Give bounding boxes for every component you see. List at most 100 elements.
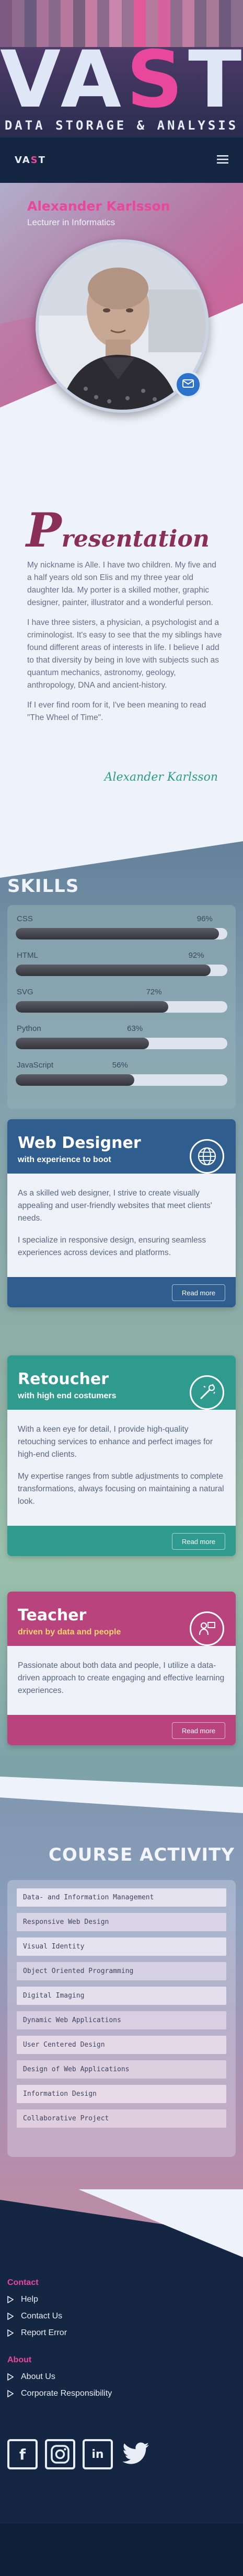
course-item[interactable]: Object Oriented Programming: [17, 1962, 226, 1980]
course-item[interactable]: Design of Web Applications: [17, 2060, 226, 2079]
card-footer: Read more: [7, 1526, 236, 1556]
presentation-section: Presentation My nickname is Alle. I have…: [0, 507, 243, 831]
skill-bar: [16, 1074, 227, 1086]
skills-title: SKILLS: [7, 876, 79, 897]
footer-about-heading: About: [7, 2355, 32, 2364]
nav-logo-suffix: T: [38, 155, 46, 166]
skill-bar-fill: [16, 1001, 168, 1013]
triangle-icon: [7, 2390, 14, 2397]
triangle-icon: [7, 2313, 14, 2320]
top-nav: VAST: [0, 137, 243, 183]
teacher-icon: [190, 1611, 224, 1646]
footer-link-help[interactable]: Help: [7, 2295, 38, 2304]
skill-percent: 96%: [196, 914, 213, 923]
card-body: With a keen eye for detail, I provide hi…: [7, 1410, 236, 1526]
skill-name: SVG: [17, 988, 33, 996]
read-more-button[interactable]: Read more: [172, 1284, 225, 1301]
footer-link-corporate-responsibility[interactable]: Corporate Responsibility: [7, 2389, 112, 2398]
skill-bar: [16, 928, 227, 939]
presentation-paragraph: I have three sisters, a physician, a psy…: [27, 618, 222, 690]
hero-logo-accent: S: [126, 34, 189, 125]
hero-logo-prefix: VA: [0, 34, 126, 125]
skill-bar: [16, 1038, 227, 1049]
course-item[interactable]: Responsive Web Design: [17, 1913, 226, 1931]
footer-link-label: Report Error: [21, 2328, 67, 2337]
skill-bar-fill: [16, 1074, 134, 1086]
hero-banner: VAST DATA STORAGE & ANALYSIS: [0, 0, 243, 137]
card-paragraph: As a skilled web designer, I strive to c…: [18, 1189, 212, 1223]
footer-link-label: About Us: [21, 2372, 55, 2381]
footer-link-label: Contact Us: [21, 2312, 63, 2320]
course-divider: [0, 1766, 243, 1813]
globe-icon: [190, 1139, 224, 1174]
footer-link-report-error[interactable]: Report Error: [7, 2328, 67, 2338]
signature: Alexander Karlsson: [104, 771, 218, 784]
skills-list: CSS 96% HTML 92% SVG 72% Python 63% Java…: [7, 905, 236, 1109]
course-item[interactable]: Collaborative Project: [17, 2109, 226, 2128]
skills-divider: [0, 831, 243, 878]
card-body: Passionate about both data and people, I…: [7, 1646, 236, 1715]
course-activity-title: COURSE ACTIVITY: [48, 1844, 235, 1865]
course-list: Data- and Information Management Respons…: [7, 1880, 236, 2157]
facebook-glyph: f: [19, 2445, 26, 2463]
course-item[interactable]: User Centered Design: [17, 2036, 226, 2054]
card-paragraph: With a keen eye for detail, I provide hi…: [18, 1425, 213, 1459]
triangle-icon: [7, 2296, 14, 2303]
presentation-paragraph: My nickname is Alle. I have two children…: [27, 561, 216, 607]
presentation-paragraph: If I ever find room for it, I've been me…: [27, 701, 206, 722]
linkedin-glyph: in: [91, 2447, 104, 2461]
card-body: As a skilled web designer, I strive to c…: [7, 1174, 236, 1277]
facebook-icon[interactable]: f: [7, 2439, 38, 2469]
skills-section: SKILLS CSS 96% HTML 92% SVG 72% Python 6…: [0, 831, 243, 1766]
footer-link-about-us[interactable]: About Us: [7, 2372, 55, 2382]
footer-link-label: Help: [21, 2295, 38, 2304]
course-item[interactable]: Digital Imaging: [17, 1987, 226, 2005]
instagram-icon[interactable]: [45, 2439, 75, 2469]
course-item[interactable]: Visual Identity: [17, 1937, 226, 1956]
skill-bar-fill: [16, 1038, 149, 1049]
card-footer: Read more: [7, 1277, 236, 1307]
nav-logo-prefix: VA: [15, 155, 31, 166]
linkedin-icon[interactable]: in: [83, 2439, 113, 2469]
read-more-button[interactable]: Read more: [172, 1533, 225, 1550]
course-item[interactable]: Data- and Information Management: [17, 1888, 226, 1907]
course-item[interactable]: Information Design: [17, 2085, 226, 2103]
skill-bar-fill: [16, 965, 211, 976]
profile-role: Lecturer in Informatics: [27, 217, 115, 227]
skill-bar: [16, 1001, 227, 1013]
skill-name: CSS: [17, 914, 33, 923]
skill-bar: [16, 965, 227, 976]
card-paragraph: My expertise ranges from subtle adjustme…: [18, 1472, 224, 1506]
skill-percent: 92%: [188, 951, 204, 960]
skill-name: Python: [17, 1024, 41, 1033]
course-activity-section: COURSE ACTIVITY Data- and Information Ma…: [0, 1766, 243, 2189]
hero-logo: VAST: [0, 41, 243, 119]
read-more-button[interactable]: Read more: [172, 1722, 225, 1739]
profile-section: Alexander Karlsson Lecturer in Informati…: [0, 183, 243, 507]
triangle-icon: [7, 2329, 14, 2337]
course-item[interactable]: Dynamic Web Applications: [17, 2011, 226, 2029]
mail-button[interactable]: [175, 371, 202, 398]
presentation-title-rest: resentation: [61, 526, 210, 552]
footer-link-label: Corporate Responsibility: [21, 2389, 112, 2398]
skill-percent: 63%: [127, 1024, 143, 1033]
skill-name: JavaScript: [17, 1061, 54, 1070]
presentation-body: My nickname is Alle. I have two children…: [27, 559, 222, 732]
skill-percent: 56%: [112, 1061, 128, 1070]
nav-logo[interactable]: VAST: [15, 155, 46, 166]
skill-item: CSS 96%: [16, 912, 227, 949]
social-links: f in: [7, 2439, 151, 2469]
retouch-wand-icon: [190, 1375, 224, 1410]
hamburger-icon[interactable]: [217, 154, 228, 167]
card-header: Retoucher with high end costumers: [7, 1355, 236, 1410]
skill-name: HTML: [17, 951, 38, 960]
hero-logo-suffix: T: [188, 34, 243, 125]
card-retoucher: Retoucher with high end costumers With a…: [7, 1355, 236, 1556]
card-paragraph: Passionate about both data and people, I…: [18, 1661, 225, 1695]
nav-logo-accent: S: [30, 155, 39, 166]
footer-link-contact-us[interactable]: Contact Us: [7, 2312, 62, 2321]
skill-item: Python 63%: [16, 1022, 227, 1059]
twitter-icon[interactable]: [120, 2439, 151, 2469]
footer-contact-heading: Contact: [7, 2278, 39, 2287]
skill-percent: 72%: [146, 988, 162, 996]
